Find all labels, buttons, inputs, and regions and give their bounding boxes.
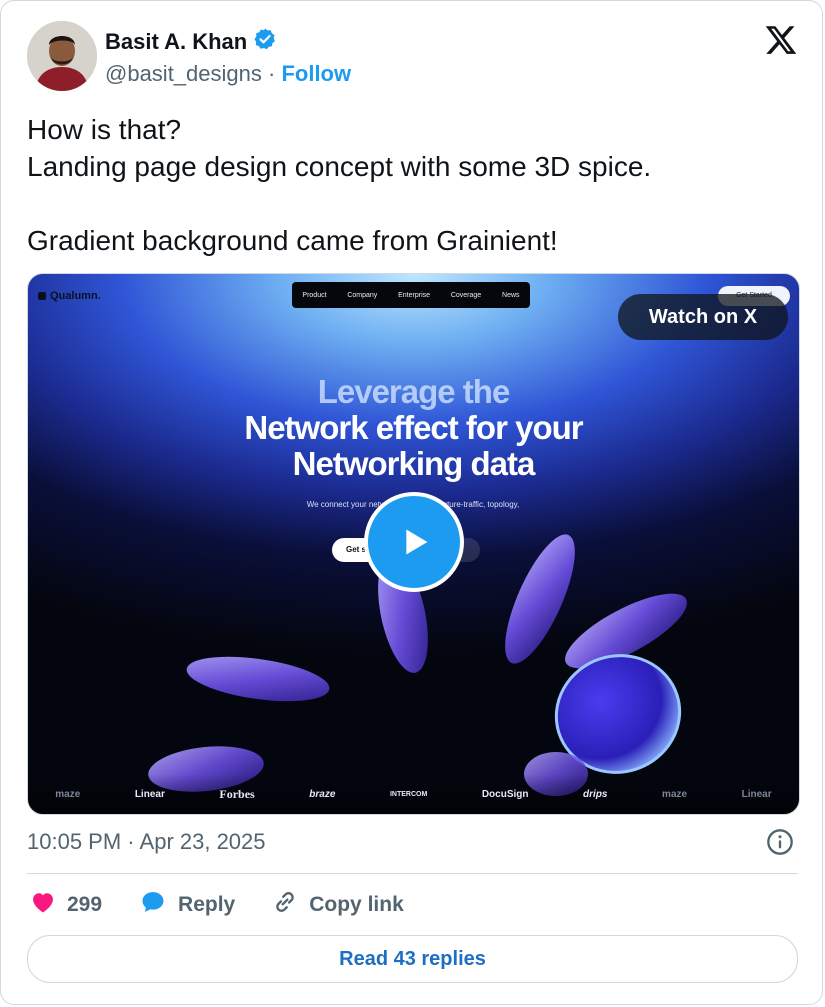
partner-logo: braze [309, 788, 336, 800]
video-media[interactable]: Qualumn. Product Company Enterprise Cove… [27, 273, 800, 815]
author-handle[interactable]: @basit_designs [105, 61, 262, 86]
media-headline: Leverage the Network effect for your Net… [244, 373, 583, 482]
like-button[interactable]: 299 [29, 888, 102, 922]
action-bar: 299 Reply Copy link [29, 887, 404, 923]
info-icon[interactable] [766, 828, 794, 856]
partner-logo: drips [583, 788, 608, 800]
media-nav-item: News [502, 291, 520, 299]
author-handle-row: @basit_designs · Follow [105, 61, 351, 87]
divider [27, 873, 798, 874]
author-name[interactable]: Basit A. Khan [105, 29, 247, 55]
partner-logo: maze [55, 788, 81, 800]
media-nav-item: Company [347, 291, 378, 299]
handle-separator: · [268, 61, 276, 86]
media-nav-item: Enterprise [398, 291, 431, 299]
reply-button[interactable]: Reply [138, 888, 235, 922]
reply-label: Reply [178, 893, 236, 916]
heart-icon [29, 888, 57, 922]
verified-badge-icon [253, 27, 277, 56]
media-nav-item: Coverage [450, 291, 482, 299]
x-logo-icon[interactable] [764, 23, 798, 57]
follow-button[interactable]: Follow [281, 61, 351, 86]
link-icon [271, 888, 299, 922]
partner-logo: Forbes [219, 786, 255, 801]
brand-logo-icon [38, 292, 46, 300]
avatar[interactable] [27, 21, 97, 91]
tweet-header: Basit A. Khan @basit_designs · Follow [27, 19, 798, 93]
partner-logo: Linear [134, 788, 165, 800]
partner-logo: DocuSign [481, 788, 529, 800]
like-count: 299 [67, 893, 103, 916]
partner-logo: Linear [741, 788, 772, 800]
media-nav-item: Product [302, 291, 327, 299]
reply-bubble-icon [138, 888, 168, 922]
tweet-card: Basit A. Khan @basit_designs · Follow Ho… [0, 0, 823, 1005]
media-logo-strip: maze Linear Forbes braze INTERCOM DocuSi… [28, 774, 799, 814]
copy-link-button[interactable]: Copy link [271, 888, 404, 922]
media-nav: Product Company Enterprise Coverage News [292, 282, 530, 308]
play-button-icon[interactable] [364, 492, 464, 592]
partner-logo: maze [662, 788, 688, 800]
tweet-timestamp[interactable]: 10:05 PM · Apr 23, 2025 [27, 829, 266, 855]
tweet-text: How is that? Landing page design concept… [27, 114, 652, 256]
partner-logo: INTERCOM [389, 790, 428, 798]
read-replies-button[interactable]: Read 43 replies [27, 935, 798, 983]
author-name-row: Basit A. Khan [105, 27, 277, 56]
media-brand: Qualumn. [38, 290, 101, 302]
watch-on-x-button[interactable]: Watch on X [618, 294, 788, 340]
copy-link-label: Copy link [309, 893, 404, 916]
